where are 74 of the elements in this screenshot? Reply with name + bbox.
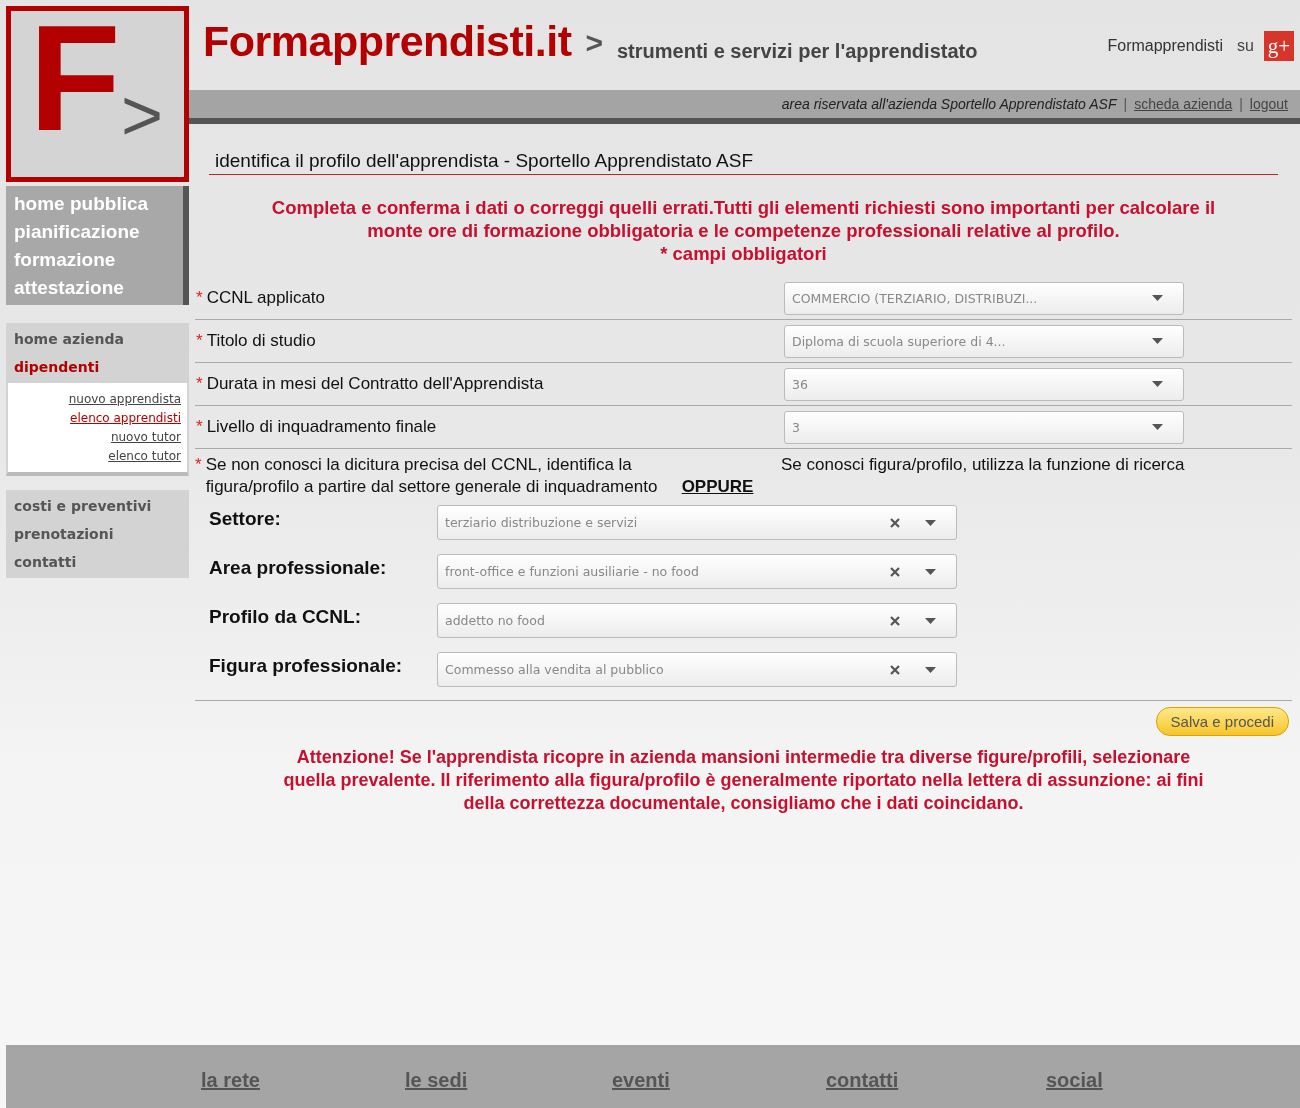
alternative-link[interactable]: OPPURE: [681, 476, 754, 498]
dropdown-caret-icon[interactable]: [1152, 338, 1163, 344]
field-label: Figura professionale:: [209, 654, 404, 677]
menu-item[interactable]: pianificazione: [14, 218, 140, 246]
dropdown-caret-icon[interactable]: [1152, 295, 1163, 301]
user-link[interactable]: logout: [1249, 96, 1288, 112]
search-select-field[interactable]: addetto no food: [437, 603, 957, 638]
hint-text: Se non conosci la dicitura precisa del CCNL, identifica la figura/profilo a partire dal settore generale di inquadramento: [205, 454, 659, 498]
select-field[interactable]: Diploma di scuola superiore di 4...: [784, 324, 1184, 358]
field-label: Durata in mesi del Contratto dell'Apprendista: [206, 374, 544, 393]
intro-text: Completa e conferma i dati o correggi quelli errati.Tutti gli elementi richiesti sono importanti per calcolare il monte ore di formazione obbligatoria e le competenze professionali relative al profilo.: [270, 196, 1217, 242]
clear-icon[interactable]: [890, 615, 900, 626]
logo-letter: F: [29, 3, 121, 153]
clear-icon[interactable]: [890, 664, 900, 675]
logo[interactable]: F>: [6, 6, 189, 182]
clear-icon[interactable]: [890, 566, 900, 577]
link-separator: |: [1123, 96, 1128, 112]
search-select-field[interactable]: Commesso alla vendita al pubblico: [437, 652, 957, 687]
dropdown-caret-icon[interactable]: [1152, 424, 1163, 430]
submenu-link[interactable]: nuovo apprendista: [68, 390, 181, 409]
footer-link[interactable]: la rete: [201, 1069, 405, 1092]
warning-text: Attenzione! Se l'apprendista ricopre in azienda mansioni intermedie tra diverse figure/profili, selezionare quella prevalente. Il riferimento alla figura/profilo è generalmente riportato nella lettera di assunzione: ai fini della correttezza documentale, consigliamo che i dati coincidano.: [282, 746, 1205, 815]
submenu-link[interactable]: elenco tutor: [108, 447, 181, 466]
social-button[interactable]: g+: [1264, 31, 1294, 61]
menu-item[interactable]: costi e preventivi: [14, 492, 152, 520]
field-label: Livello di inquadramento finale: [206, 417, 437, 436]
search-select-field[interactable]: terziario distribuzione e servizi: [437, 505, 957, 540]
menu-item[interactable]: prenotazioni: [14, 520, 114, 548]
footer-link[interactable]: le sedi: [405, 1069, 612, 1092]
menu-item[interactable]: attestazione: [14, 274, 124, 302]
menu-item[interactable]: formazione: [14, 246, 116, 274]
select-field[interactable]: 3: [784, 410, 1184, 444]
field-label: Settore:: [209, 507, 282, 530]
field-label: Titolo di studio: [206, 331, 316, 350]
menu-item[interactable]: home pubblica: [14, 190, 149, 218]
save-button[interactable]: Salva e procedi: [1155, 707, 1289, 736]
site-title[interactable]: Formapprendisti.it: [203, 16, 572, 66]
social-suffix: su: [1237, 37, 1254, 55]
footer-link[interactable]: eventi: [612, 1069, 826, 1092]
footer-link[interactable]: contatti: [826, 1069, 1046, 1092]
title-separator: >: [585, 26, 603, 60]
required-marker: *: [660, 243, 668, 264]
required-note: campi obbligatori: [672, 243, 827, 264]
required-marker: *: [196, 374, 203, 393]
dropdown-caret-icon[interactable]: [925, 666, 936, 673]
tagline: strumenti e servizi per l'apprendistato: [617, 39, 979, 63]
select-field[interactable]: 36: [784, 367, 1184, 401]
reserved-area-text: area riservata all'azienda Sportello Apprendistato ASF: [781, 96, 1117, 112]
required-marker: *: [196, 331, 203, 350]
social-label: Formapprendisti: [1107, 37, 1224, 55]
select-field[interactable]: COMMERCIO (TERZIARIO, DISTRIBUZI...: [784, 281, 1184, 315]
dropdown-caret-icon[interactable]: [1152, 381, 1163, 387]
submenu-link[interactable]: nuovo tutor: [110, 428, 181, 447]
field-label: CCNL applicato: [206, 288, 326, 307]
dropdown-caret-icon[interactable]: [925, 568, 936, 575]
logo-mark: >: [121, 79, 164, 151]
field-label: Area professionale:: [209, 556, 388, 579]
clear-icon[interactable]: [890, 517, 900, 528]
menu-item[interactable]: home azienda: [14, 325, 124, 353]
submenu-link[interactable]: elenco apprendisti: [70, 409, 181, 428]
link-separator: |: [1239, 96, 1243, 112]
required-marker: *: [196, 288, 203, 307]
dropdown-caret-icon[interactable]: [925, 519, 936, 526]
field-label: Profilo da CCNL:: [209, 605, 362, 628]
page-heading: identifica il profilo dell'apprendista - Sportello Apprendistato ASF: [209, 150, 1278, 175]
required-marker: *: [196, 417, 203, 436]
search-select-field[interactable]: front-office e funzioni ausiliarie - no food: [437, 554, 957, 589]
search-hint: Se conosci figura/profilo, utilizza la funzione di ricerca: [781, 454, 1185, 476]
dropdown-caret-icon[interactable]: [925, 617, 936, 624]
footer-link[interactable]: social: [1046, 1069, 1103, 1092]
menu-item[interactable]: contatti: [14, 548, 77, 576]
menu-item[interactable]: dipendenti: [14, 353, 100, 381]
required-marker: *: [195, 454, 202, 476]
user-link[interactable]: scheda azienda: [1134, 96, 1233, 112]
